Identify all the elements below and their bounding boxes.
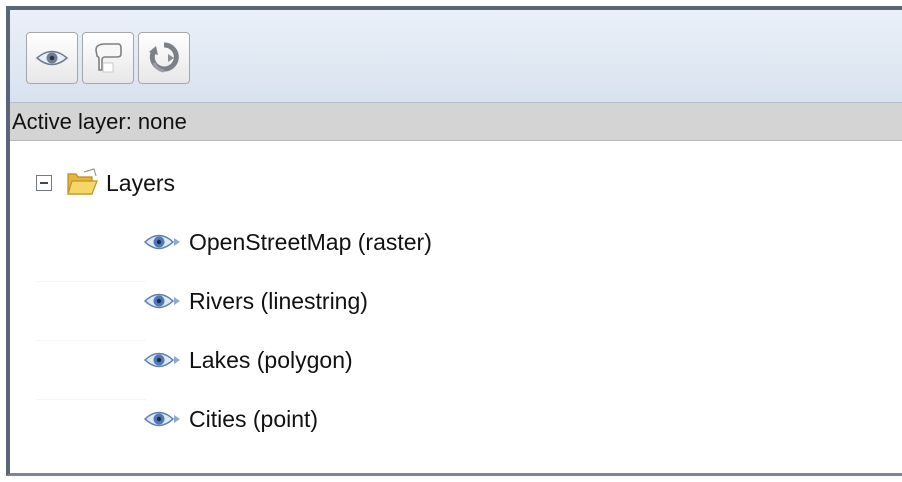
active-layer-status: Active layer: none xyxy=(10,103,902,141)
layer-label: Cities (point) xyxy=(189,405,319,432)
collapse-toggle-icon[interactable] xyxy=(36,175,52,191)
refresh-button[interactable] xyxy=(138,32,190,84)
layer-tree: Layers OpenStreetMap (raster) Rivers (li… xyxy=(10,142,902,473)
layer-group-root[interactable]: Layers xyxy=(36,163,175,203)
layer-group-label: Layers xyxy=(106,169,176,196)
layer-panel: Active layer: none Layers OpenStreetMap … xyxy=(6,6,902,476)
select-icon xyxy=(95,43,122,73)
eye-icon[interactable] xyxy=(143,231,181,253)
layer-item-rivers[interactable]: Rivers (linestring) xyxy=(143,281,368,321)
eye-icon[interactable] xyxy=(143,290,181,312)
layer-label: OpenStreetMap (raster) xyxy=(189,228,432,255)
row-divider xyxy=(36,399,146,400)
eye-icon[interactable] xyxy=(143,349,181,371)
layer-item-lakes[interactable]: Lakes (polygon) xyxy=(143,340,353,380)
layer-item-cities[interactable]: Cities (point) xyxy=(143,399,318,439)
row-divider xyxy=(36,281,146,282)
select-button[interactable] xyxy=(82,32,134,84)
refresh-icon xyxy=(149,42,179,73)
visibility-button[interactable] xyxy=(26,32,78,84)
layer-label: Lakes (polygon) xyxy=(189,346,353,373)
layer-item-openstreetmap[interactable]: OpenStreetMap (raster) xyxy=(143,222,432,262)
folder-open-icon xyxy=(67,168,98,195)
eye-icon xyxy=(35,50,69,66)
eye-icon[interactable] xyxy=(143,408,181,430)
row-divider xyxy=(36,340,146,341)
layer-label: Rivers (linestring) xyxy=(189,287,368,314)
layer-toolbar xyxy=(10,10,902,103)
